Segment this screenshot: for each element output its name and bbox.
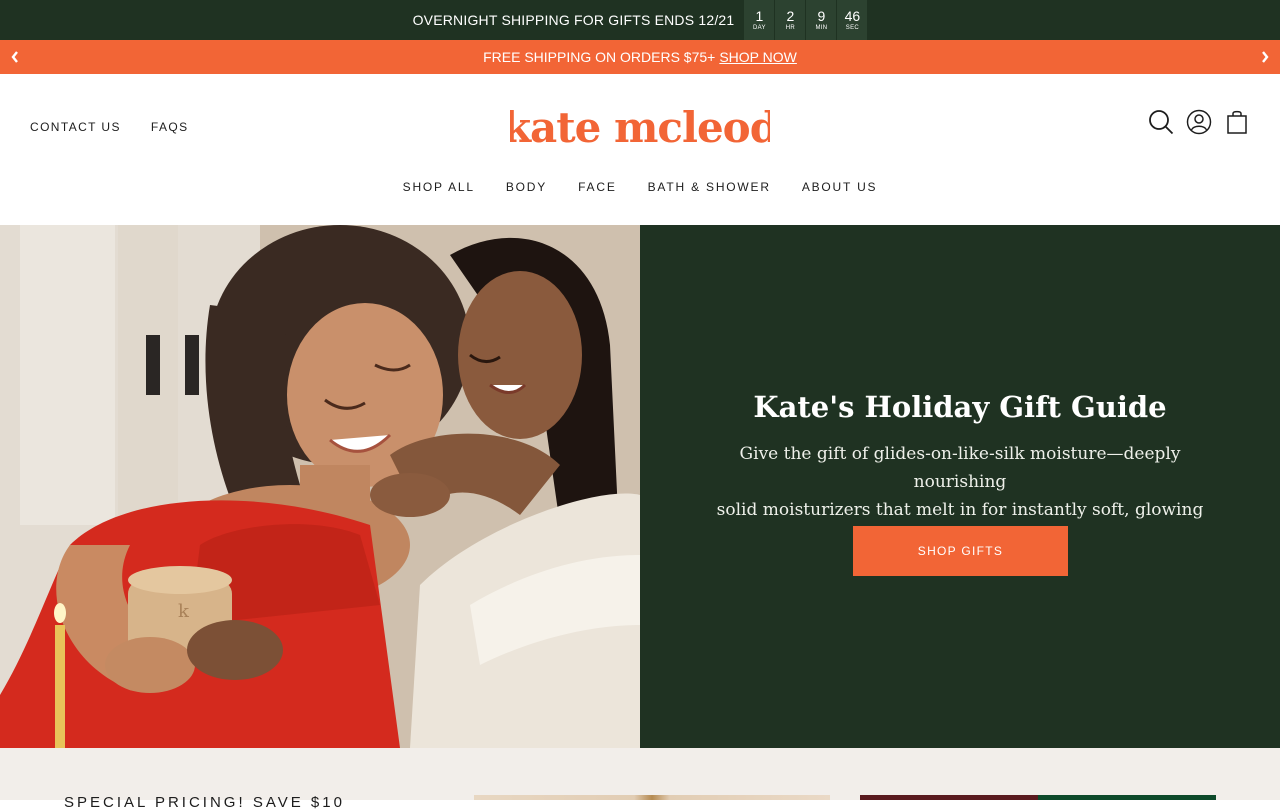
hero-text-panel: Kate's Holiday Gift Guide Give the gift … bbox=[640, 225, 1280, 748]
logo-text: kate mcleod bbox=[510, 103, 770, 152]
hero-banner: k Kate's Holiday Gift Guide Give the gif… bbox=[0, 225, 1280, 748]
header-icons bbox=[1148, 108, 1250, 136]
countdown-minutes: 9 MIN bbox=[806, 0, 837, 40]
product-card-image-1[interactable] bbox=[474, 795, 830, 800]
shop-gifts-button[interactable]: SHOP GIFTS bbox=[853, 526, 1068, 576]
site-header: CONTACT US FAQS kate mcleod SHOP ALL BOD… bbox=[0, 74, 1280, 225]
countdown-minutes-value: 9 bbox=[817, 8, 826, 24]
countdown-message: OVERNIGHT SHIPPING FOR GIFTS ENDS 12/21 bbox=[412, 12, 735, 28]
promo-message: FREE SHIPPING ON ORDERS $75+ bbox=[483, 49, 716, 65]
countdown-minutes-label: MIN bbox=[815, 25, 828, 31]
hero-subtitle-line-1: Give the gift of glides-on-like-silk moi… bbox=[739, 444, 1181, 492]
countdown-days-value: 1 bbox=[755, 8, 764, 24]
countdown-seconds: 46 SEC bbox=[837, 0, 868, 40]
nav-shop-all[interactable]: SHOP ALL bbox=[403, 180, 475, 194]
promo-next-button[interactable] bbox=[1250, 40, 1280, 74]
nav-body[interactable]: BODY bbox=[506, 180, 547, 194]
countdown-timer: 1 DAY 2 HR 9 MIN 46 SEC bbox=[743, 0, 868, 40]
hero-title: Kate's Holiday Gift Guide bbox=[753, 390, 1167, 424]
countdown-seconds-label: SEC bbox=[845, 25, 860, 31]
countdown-hours: 2 HR bbox=[775, 0, 806, 40]
special-pricing-section: SPECIAL PRICING! SAVE $10 bbox=[0, 748, 1280, 811]
cart-icon bbox=[1227, 110, 1247, 134]
nav-about-us[interactable]: ABOUT US bbox=[802, 180, 878, 194]
account-icon bbox=[1186, 109, 1212, 135]
countdown-seconds-value: 46 bbox=[844, 8, 861, 24]
hero-image: k bbox=[0, 225, 640, 748]
chevron-left-icon bbox=[11, 51, 18, 63]
countdown-hours-label: HR bbox=[785, 25, 796, 31]
promo-prev-button[interactable] bbox=[0, 40, 30, 74]
promo-shop-now-link[interactable]: SHOP NOW bbox=[719, 49, 797, 65]
account-button[interactable] bbox=[1186, 108, 1212, 136]
product-card-image-2[interactable] bbox=[860, 795, 1216, 800]
utility-links: CONTACT US FAQS bbox=[30, 120, 189, 134]
countdown-hours-value: 2 bbox=[786, 8, 795, 24]
countdown-days: 1 DAY bbox=[744, 0, 775, 40]
cart-button[interactable] bbox=[1224, 108, 1250, 136]
promo-bar: FREE SHIPPING ON ORDERS $75+ SHOP NOW bbox=[0, 40, 1280, 74]
chevron-right-icon bbox=[1262, 51, 1269, 63]
contact-us-link[interactable]: CONTACT US bbox=[30, 120, 121, 134]
hero-photo-illustration: k bbox=[0, 225, 640, 748]
search-button[interactable] bbox=[1148, 108, 1174, 136]
countdown-days-label: DAY bbox=[753, 25, 766, 31]
countdown-bar: OVERNIGHT SHIPPING FOR GIFTS ENDS 12/21 … bbox=[0, 0, 1280, 40]
nav-bath-shower[interactable]: BATH & SHOWER bbox=[648, 180, 771, 194]
faqs-link[interactable]: FAQS bbox=[151, 120, 189, 134]
special-pricing-heading: SPECIAL PRICING! SAVE $10 bbox=[64, 794, 345, 811]
kate-mcleod-logo[interactable]: kate mcleod bbox=[510, 98, 770, 158]
main-nav: SHOP ALL BODY FACE BATH & SHOWER ABOUT U… bbox=[0, 180, 1280, 194]
nav-face[interactable]: FACE bbox=[578, 180, 617, 194]
search-icon bbox=[1149, 110, 1174, 135]
svg-text:k: k bbox=[178, 601, 190, 622]
